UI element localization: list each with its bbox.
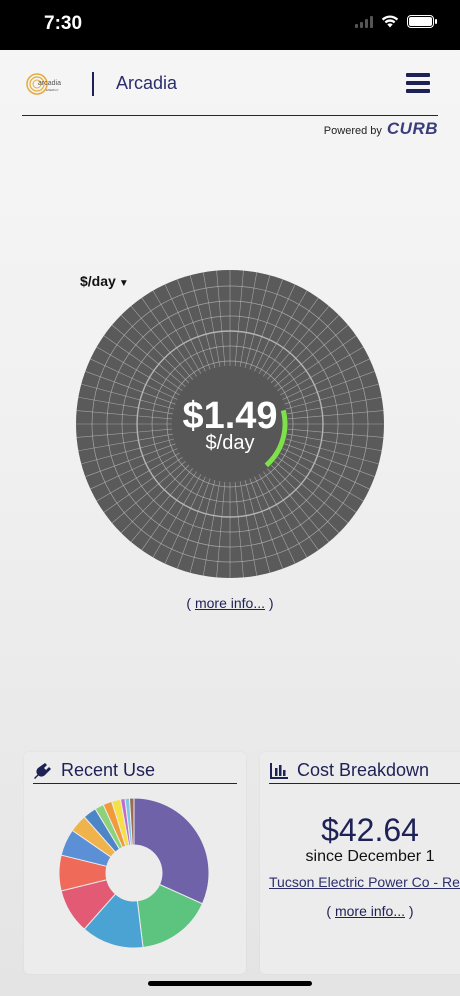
cost-breakdown-title: Cost Breakdown (297, 760, 430, 780)
gauge-more-info: ( more info... ) (186, 595, 274, 611)
cellular-signal-icon (355, 15, 373, 28)
arcadia-logo: arcadia ENERGY (26, 73, 61, 95)
status-bar: 7:30 (0, 0, 460, 50)
powered-by: Powered by CURB (324, 119, 438, 139)
hamburger-icon (406, 73, 430, 77)
gauge-unit: $/day (205, 432, 255, 454)
cost-breakdown-header: Cost Breakdown (269, 758, 460, 784)
cost-more-info-link[interactable]: more info... (335, 903, 405, 919)
plug-icon (34, 762, 51, 779)
svg-text:ENERGY: ENERGY (46, 88, 59, 92)
recent-use-header: Recent Use (33, 758, 237, 784)
app-header: arcadia ENERGY Arcadia (22, 62, 438, 116)
battery-icon (407, 15, 437, 28)
recent-use-card[interactable]: Recent Use (24, 752, 246, 974)
app-title: Arcadia (116, 73, 178, 93)
menu-button[interactable] (406, 73, 430, 93)
cost-more-info: ( more info... ) (326, 903, 414, 919)
curb-logo: CURB (386, 119, 438, 138)
gauge-more-info-link[interactable]: more info... (195, 595, 265, 611)
wifi-icon (381, 15, 399, 28)
header-divider (92, 72, 94, 96)
recent-use-pie-chart (58, 797, 210, 949)
provider-link[interactable]: Tucson Electric Power Co - Res (269, 874, 460, 890)
cost-amount: $42.64 (321, 812, 419, 848)
bar-chart-icon (270, 762, 288, 779)
recent-use-title: Recent Use (61, 760, 156, 780)
powered-by-label: Powered by (323, 125, 382, 137)
status-icons (355, 15, 437, 28)
svg-text:arcadia: arcadia (38, 80, 61, 87)
cost-since: since December 1 (305, 848, 435, 865)
status-time: 7:30 (44, 13, 83, 34)
home-indicator (148, 981, 312, 986)
pie-slice (133, 797, 210, 905)
